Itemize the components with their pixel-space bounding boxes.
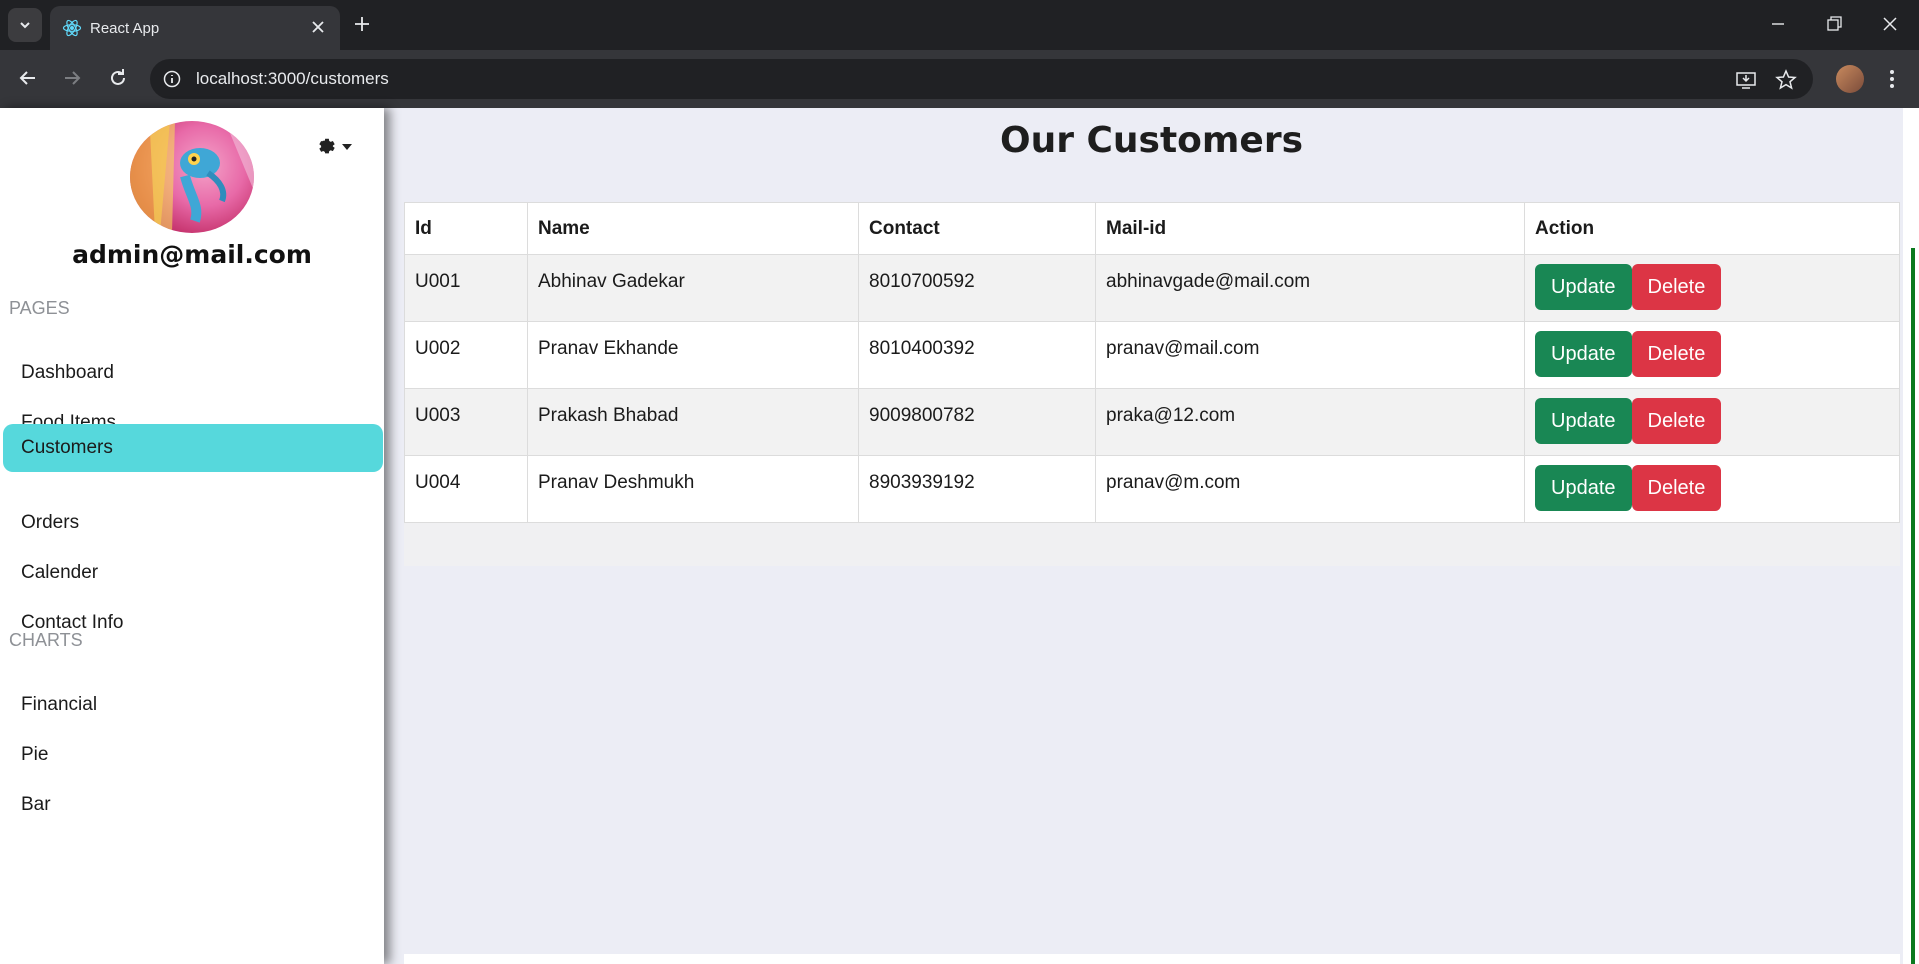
delete-button[interactable]: Delete bbox=[1631, 264, 1722, 310]
content-empty-area bbox=[404, 566, 1900, 962]
delete-button[interactable]: Delete bbox=[1631, 398, 1722, 444]
table-header-row: Id Name Contact Mail-id Action bbox=[404, 202, 1900, 255]
browser-toolbar: localhost:3000/customers bbox=[0, 50, 1919, 108]
gear-icon bbox=[319, 138, 335, 154]
cell-mail: pranav@m.com bbox=[1095, 455, 1525, 523]
sidebar-item-bar[interactable]: Bar bbox=[3, 781, 383, 829]
restore-icon[interactable] bbox=[1824, 14, 1844, 34]
sidebar-item-orders[interactable]: Orders bbox=[3, 499, 383, 547]
delete-button[interactable]: Delete bbox=[1631, 465, 1722, 511]
update-button[interactable]: Update bbox=[1535, 264, 1632, 310]
close-icon[interactable] bbox=[308, 17, 328, 37]
cell-id: U002 bbox=[404, 321, 528, 389]
table-row: U003 Prakash Bhabad 9009800782 praka@12.… bbox=[404, 388, 1900, 456]
chameleon-image bbox=[130, 121, 254, 233]
url-text: localhost:3000/customers bbox=[196, 69, 389, 88]
sidebar-item-pie[interactable]: Pie bbox=[3, 731, 383, 779]
cell-name: Pranav Deshmukh bbox=[527, 455, 859, 523]
sidebar-item-calender[interactable]: Calender bbox=[3, 549, 383, 597]
section-label-pages: PAGES bbox=[9, 298, 70, 318]
table-row: U004 Pranav Deshmukh 8903939192 pranav@m… bbox=[404, 455, 1900, 523]
profile-email: admin@mail.com bbox=[72, 240, 312, 269]
cell-id: U003 bbox=[404, 388, 528, 456]
address-bar[interactable]: localhost:3000/customers bbox=[150, 59, 1813, 99]
footer-strip bbox=[404, 954, 1900, 964]
browser-profile-avatar[interactable] bbox=[1836, 65, 1864, 93]
update-button[interactable]: Update bbox=[1535, 398, 1632, 444]
sidebar-item-customers[interactable]: Customers bbox=[3, 424, 383, 472]
cell-mail: abhinavgade@mail.com bbox=[1095, 254, 1525, 322]
main-content: Our Customers Id Name Contact Mail-id Ac… bbox=[384, 108, 1903, 964]
table-row: U001 Abhinav Gadekar 8010700592 abhinavg… bbox=[404, 254, 1900, 322]
more-menu-icon[interactable] bbox=[1884, 67, 1900, 91]
tab-title: React App bbox=[90, 20, 160, 37]
update-button[interactable]: Update bbox=[1535, 331, 1632, 377]
caret-down-icon bbox=[342, 144, 352, 150]
forward-arrow-icon[interactable] bbox=[60, 66, 84, 90]
sidebar-item-financial[interactable]: Financial bbox=[3, 681, 383, 729]
column-header-action: Action bbox=[1524, 202, 1900, 255]
column-header-mail-id: Mail-id bbox=[1095, 202, 1525, 255]
column-header-id: Id bbox=[404, 202, 528, 255]
customers-table: Id Name Contact Mail-id Action U001 Abhi… bbox=[404, 202, 1900, 523]
cell-action: Update Delete bbox=[1524, 254, 1900, 322]
cell-mail: pranav@mail.com bbox=[1095, 321, 1525, 389]
cell-contact: 8903939192 bbox=[858, 455, 1096, 523]
section-label-charts: CHARTS bbox=[9, 630, 83, 650]
cell-contact: 9009800782 bbox=[858, 388, 1096, 456]
settings-dropdown[interactable] bbox=[316, 136, 352, 158]
profile-avatar bbox=[130, 121, 254, 233]
column-header-contact: Contact bbox=[858, 202, 1096, 255]
window-close-icon[interactable] bbox=[1880, 14, 1900, 34]
minimize-icon[interactable] bbox=[1768, 14, 1788, 34]
browser-tab[interactable]: React App bbox=[50, 6, 340, 50]
sidebar-item-dashboard[interactable]: Dashboard bbox=[3, 349, 383, 397]
customers-table-container: Id Name Contact Mail-id Action U001 Abhi… bbox=[404, 202, 1900, 566]
delete-button[interactable]: Delete bbox=[1631, 331, 1722, 377]
cell-action: Update Delete bbox=[1524, 388, 1900, 456]
scrollbar-thumb[interactable] bbox=[1911, 248, 1915, 964]
cell-action: Update Delete bbox=[1524, 455, 1900, 523]
install-app-icon[interactable] bbox=[1735, 69, 1757, 91]
browser-tab-bar: React App bbox=[0, 0, 1919, 50]
chevron-down-icon bbox=[20, 22, 30, 29]
cell-name: Pranav Ekhande bbox=[527, 321, 859, 389]
react-icon bbox=[62, 19, 82, 37]
cell-name: Abhinav Gadekar bbox=[527, 254, 859, 322]
page-title: Our Customers bbox=[999, 120, 1304, 161]
new-tab-icon[interactable] bbox=[352, 14, 372, 34]
cell-contact: 8010400392 bbox=[858, 321, 1096, 389]
tab-search-button[interactable] bbox=[8, 8, 42, 42]
site-info-icon[interactable] bbox=[162, 69, 182, 89]
column-header-name: Name bbox=[527, 202, 859, 255]
sidebar: admin@mail.com PAGES Dashboard Food Item… bbox=[0, 108, 384, 964]
cell-name: Prakash Bhabad bbox=[527, 388, 859, 456]
back-arrow-icon[interactable] bbox=[16, 66, 40, 90]
bookmark-star-icon[interactable] bbox=[1775, 69, 1797, 91]
cell-id: U001 bbox=[404, 254, 528, 322]
cell-mail: praka@12.com bbox=[1095, 388, 1525, 456]
table-row: U002 Pranav Ekhande 8010400392 pranav@ma… bbox=[404, 321, 1900, 389]
cell-contact: 8010700592 bbox=[858, 254, 1096, 322]
reload-icon[interactable] bbox=[106, 66, 130, 90]
cell-action: Update Delete bbox=[1524, 321, 1900, 389]
update-button[interactable]: Update bbox=[1535, 465, 1632, 511]
cell-id: U004 bbox=[404, 455, 528, 523]
